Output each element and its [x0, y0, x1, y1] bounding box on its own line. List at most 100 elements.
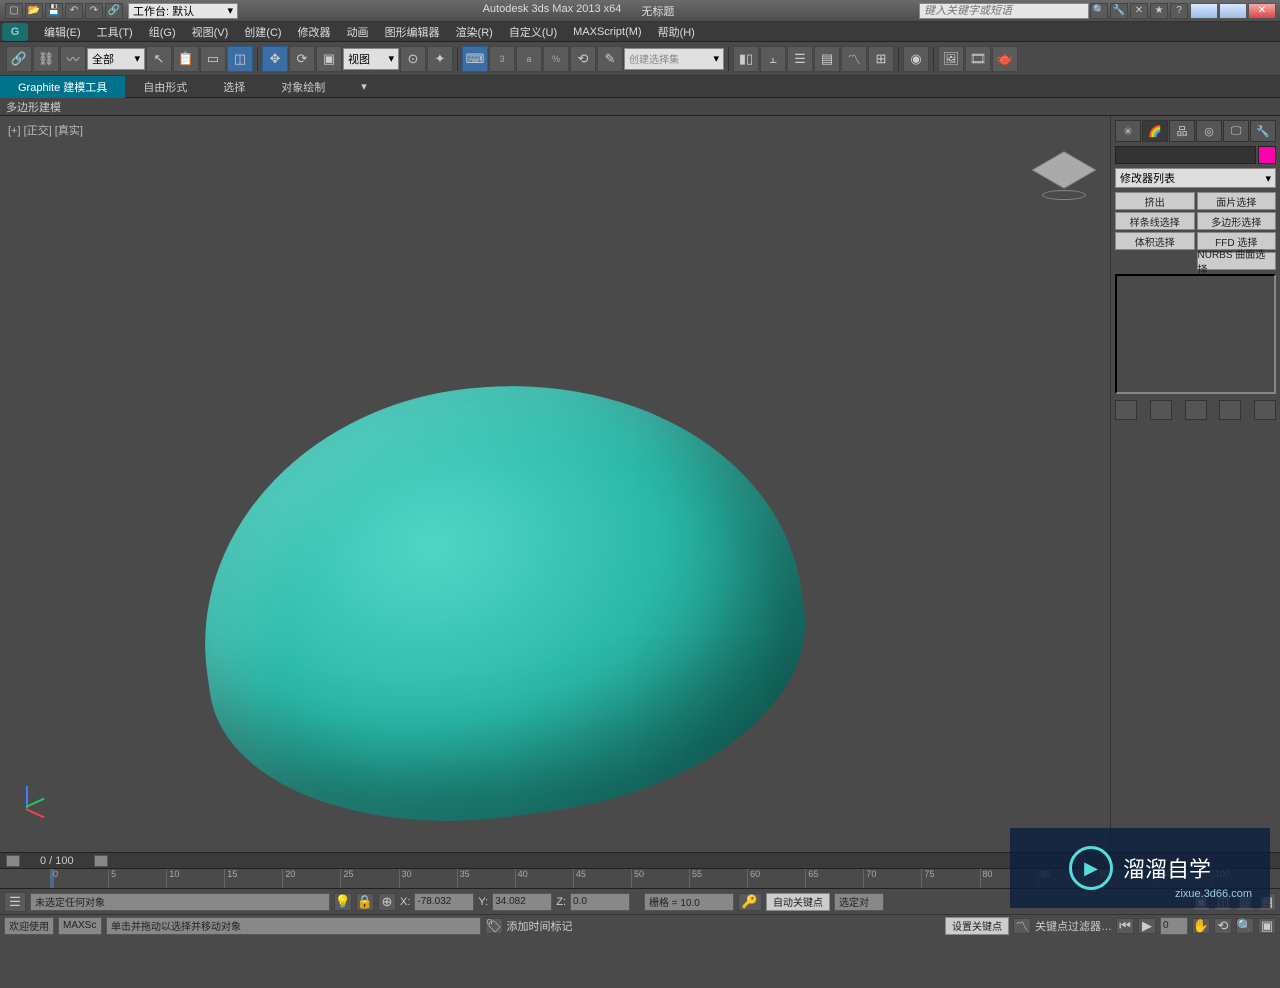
viewcube[interactable]	[1034, 144, 1094, 204]
trackbar-scroll-right[interactable]	[94, 855, 108, 867]
unlink-icon[interactable]: ⛓	[33, 46, 59, 72]
remove-mod-icon[interactable]	[1219, 400, 1241, 420]
angle-snap-icon[interactable]: a	[516, 46, 542, 72]
viewcube-ring-icon[interactable]	[1042, 190, 1086, 200]
show-end-icon[interactable]	[1150, 400, 1172, 420]
scene-object-egg[interactable]	[173, 346, 827, 855]
object-color-swatch[interactable]	[1258, 146, 1276, 164]
tools-icon[interactable]: 🔧	[1110, 3, 1128, 19]
ref-coord-system[interactable]: 视图▾	[343, 48, 399, 70]
auto-key-button[interactable]: 自动关键点	[766, 893, 830, 911]
poly-modeling-label[interactable]: 多边形建模	[6, 99, 61, 115]
nav-zoom-icon[interactable]: 🔍	[1236, 918, 1254, 934]
add-time-tag[interactable]: 添加时间标记	[507, 918, 573, 934]
snap3-icon[interactable]: 3	[489, 46, 515, 72]
key-filters[interactable]: 关键点过滤器…	[1035, 918, 1112, 934]
modbtn-nurbs[interactable]: NURBS 曲面选择	[1197, 252, 1277, 270]
menu-modifiers[interactable]: 修改器	[290, 22, 339, 42]
help-icon[interactable]: ?	[1170, 3, 1188, 19]
nav-pan-icon[interactable]: ✋	[1192, 918, 1210, 934]
app-logo-icon[interactable]: G	[2, 23, 28, 41]
set-key-button[interactable]: 设置关键点	[945, 917, 1009, 935]
menu-views[interactable]: 视图(V)	[184, 22, 237, 42]
x-coord-field[interactable]: -78.032	[414, 893, 474, 911]
ribbon-tab-paint[interactable]: 对象绘制	[263, 76, 343, 98]
layer-explorer-icon[interactable]: ▤	[814, 46, 840, 72]
modbtn-extrude[interactable]: 挤出	[1115, 192, 1195, 210]
menu-rendering[interactable]: 渲染(R)	[448, 22, 501, 42]
modbtn-vol-select[interactable]: 体积选择	[1115, 232, 1195, 250]
abs-rel-icon[interactable]: ⊕	[378, 893, 396, 911]
qat-redo-icon[interactable]: ↷	[85, 3, 103, 19]
viewport-label[interactable]: [+] [正交] [真实]	[8, 122, 83, 138]
named-selection-set[interactable]: 创建选择集▾	[624, 48, 724, 70]
config-mod-icon[interactable]	[1254, 400, 1276, 420]
select-icon[interactable]: ↖	[146, 46, 172, 72]
link-icon[interactable]: 🔗	[6, 46, 32, 72]
time-tag-icon[interactable]: 🏷	[485, 918, 503, 934]
modbtn-patch-select[interactable]: 面片选择	[1197, 192, 1277, 210]
ribbon-collapse-icon[interactable]: ▾	[343, 77, 385, 96]
modifier-list[interactable]: 修改器列表▾	[1115, 168, 1276, 188]
z-coord-field[interactable]: 0.0	[570, 893, 630, 911]
modifier-stack[interactable]	[1115, 274, 1276, 394]
lock-icon[interactable]: 🔒	[356, 893, 374, 911]
percent-snap-icon[interactable]: %	[543, 46, 569, 72]
workspace-selector[interactable]: 工作台: 默认▾	[128, 3, 238, 19]
viewport[interactable]: [+] [正交] [真实]	[0, 116, 1110, 852]
menu-tools[interactable]: 工具(T)	[89, 22, 141, 42]
manip-icon[interactable]: ✦	[427, 46, 453, 72]
align-icon[interactable]: ⫠	[760, 46, 786, 72]
qat-open-icon[interactable]: 📂	[25, 3, 43, 19]
edit-named-sel-icon[interactable]: ✎	[597, 46, 623, 72]
cmdtab-display-icon[interactable]: 🖵	[1223, 120, 1249, 142]
pivot-icon[interactable]: ⊙	[400, 46, 426, 72]
modbtn-poly-select[interactable]: 多边形选择	[1197, 212, 1277, 230]
cmdtab-create-icon[interactable]: ✳	[1115, 120, 1141, 142]
window-crossing-icon[interactable]: ◫	[227, 46, 253, 72]
modbtn-spline-select[interactable]: 样条线选择	[1115, 212, 1195, 230]
pin-stack-icon[interactable]	[1115, 400, 1137, 420]
bind-icon[interactable]: 〰	[60, 46, 86, 72]
key-mode-icon[interactable]: 🔑	[738, 893, 762, 911]
window-maximize-button[interactable]: □	[1219, 3, 1247, 19]
cmdtab-utils-icon[interactable]: 🔧	[1250, 120, 1276, 142]
window-minimize-button[interactable]: −	[1190, 3, 1218, 19]
select-name-icon[interactable]: 📋	[173, 46, 199, 72]
rotate-icon[interactable]: ⟳	[289, 46, 315, 72]
move-icon[interactable]: ✥	[262, 46, 288, 72]
keyboard-shortcut-icon[interactable]: ⌨	[462, 46, 488, 72]
menu-group[interactable]: 组(G)	[141, 22, 184, 42]
trackbar-scroll-left[interactable]	[6, 855, 20, 867]
play-icon[interactable]: ▶	[1138, 918, 1156, 934]
select-rect-icon[interactable]: ▭	[200, 46, 226, 72]
key-filter-curve-icon[interactable]: 〽	[1013, 918, 1031, 934]
cmdtab-hierarchy-icon[interactable]: 品	[1169, 120, 1195, 142]
menu-help[interactable]: 帮助(H)	[650, 22, 703, 42]
layers-icon[interactable]: ☰	[787, 46, 813, 72]
menu-edit[interactable]: 编辑(E)	[36, 22, 89, 42]
ribbon-tab-freeform[interactable]: 自由形式	[125, 76, 205, 98]
menu-customize[interactable]: 自定义(U)	[501, 22, 565, 42]
ribbon-tab-selection[interactable]: 选择	[205, 76, 263, 98]
maxscript-listener[interactable]: MAXSc	[58, 917, 102, 935]
viewcube-cube-icon[interactable]	[1032, 151, 1097, 188]
current-frame-field[interactable]: 0	[1160, 917, 1188, 935]
cmdtab-motion-icon[interactable]: ◎	[1196, 120, 1222, 142]
search-icon[interactable]: 🔍	[1090, 3, 1108, 19]
render-setup-icon[interactable]: 🖼	[938, 46, 964, 72]
menu-maxscript[interactable]: MAXScript(M)	[565, 24, 649, 40]
exchange-icon[interactable]: ✕	[1130, 3, 1148, 19]
menu-grapheditors[interactable]: 图形编辑器	[377, 22, 448, 42]
qat-undo-icon[interactable]: ↶	[65, 3, 83, 19]
menu-animation[interactable]: 动画	[339, 22, 377, 42]
curve-editor-icon[interactable]: 〽	[841, 46, 867, 72]
spinner-snap-icon[interactable]: ⟲	[570, 46, 596, 72]
help-search-input[interactable]	[919, 3, 1089, 19]
y-coord-field[interactable]: 34.082	[492, 893, 552, 911]
selection-filter[interactable]: 全部▾	[87, 48, 145, 70]
render-frame-icon[interactable]: 🎞	[965, 46, 991, 72]
mini-listener-icon[interactable]: ☰	[4, 892, 26, 912]
selection-set-dropdown[interactable]: 选定对	[834, 893, 884, 911]
render-icon[interactable]: 🫖	[992, 46, 1018, 72]
